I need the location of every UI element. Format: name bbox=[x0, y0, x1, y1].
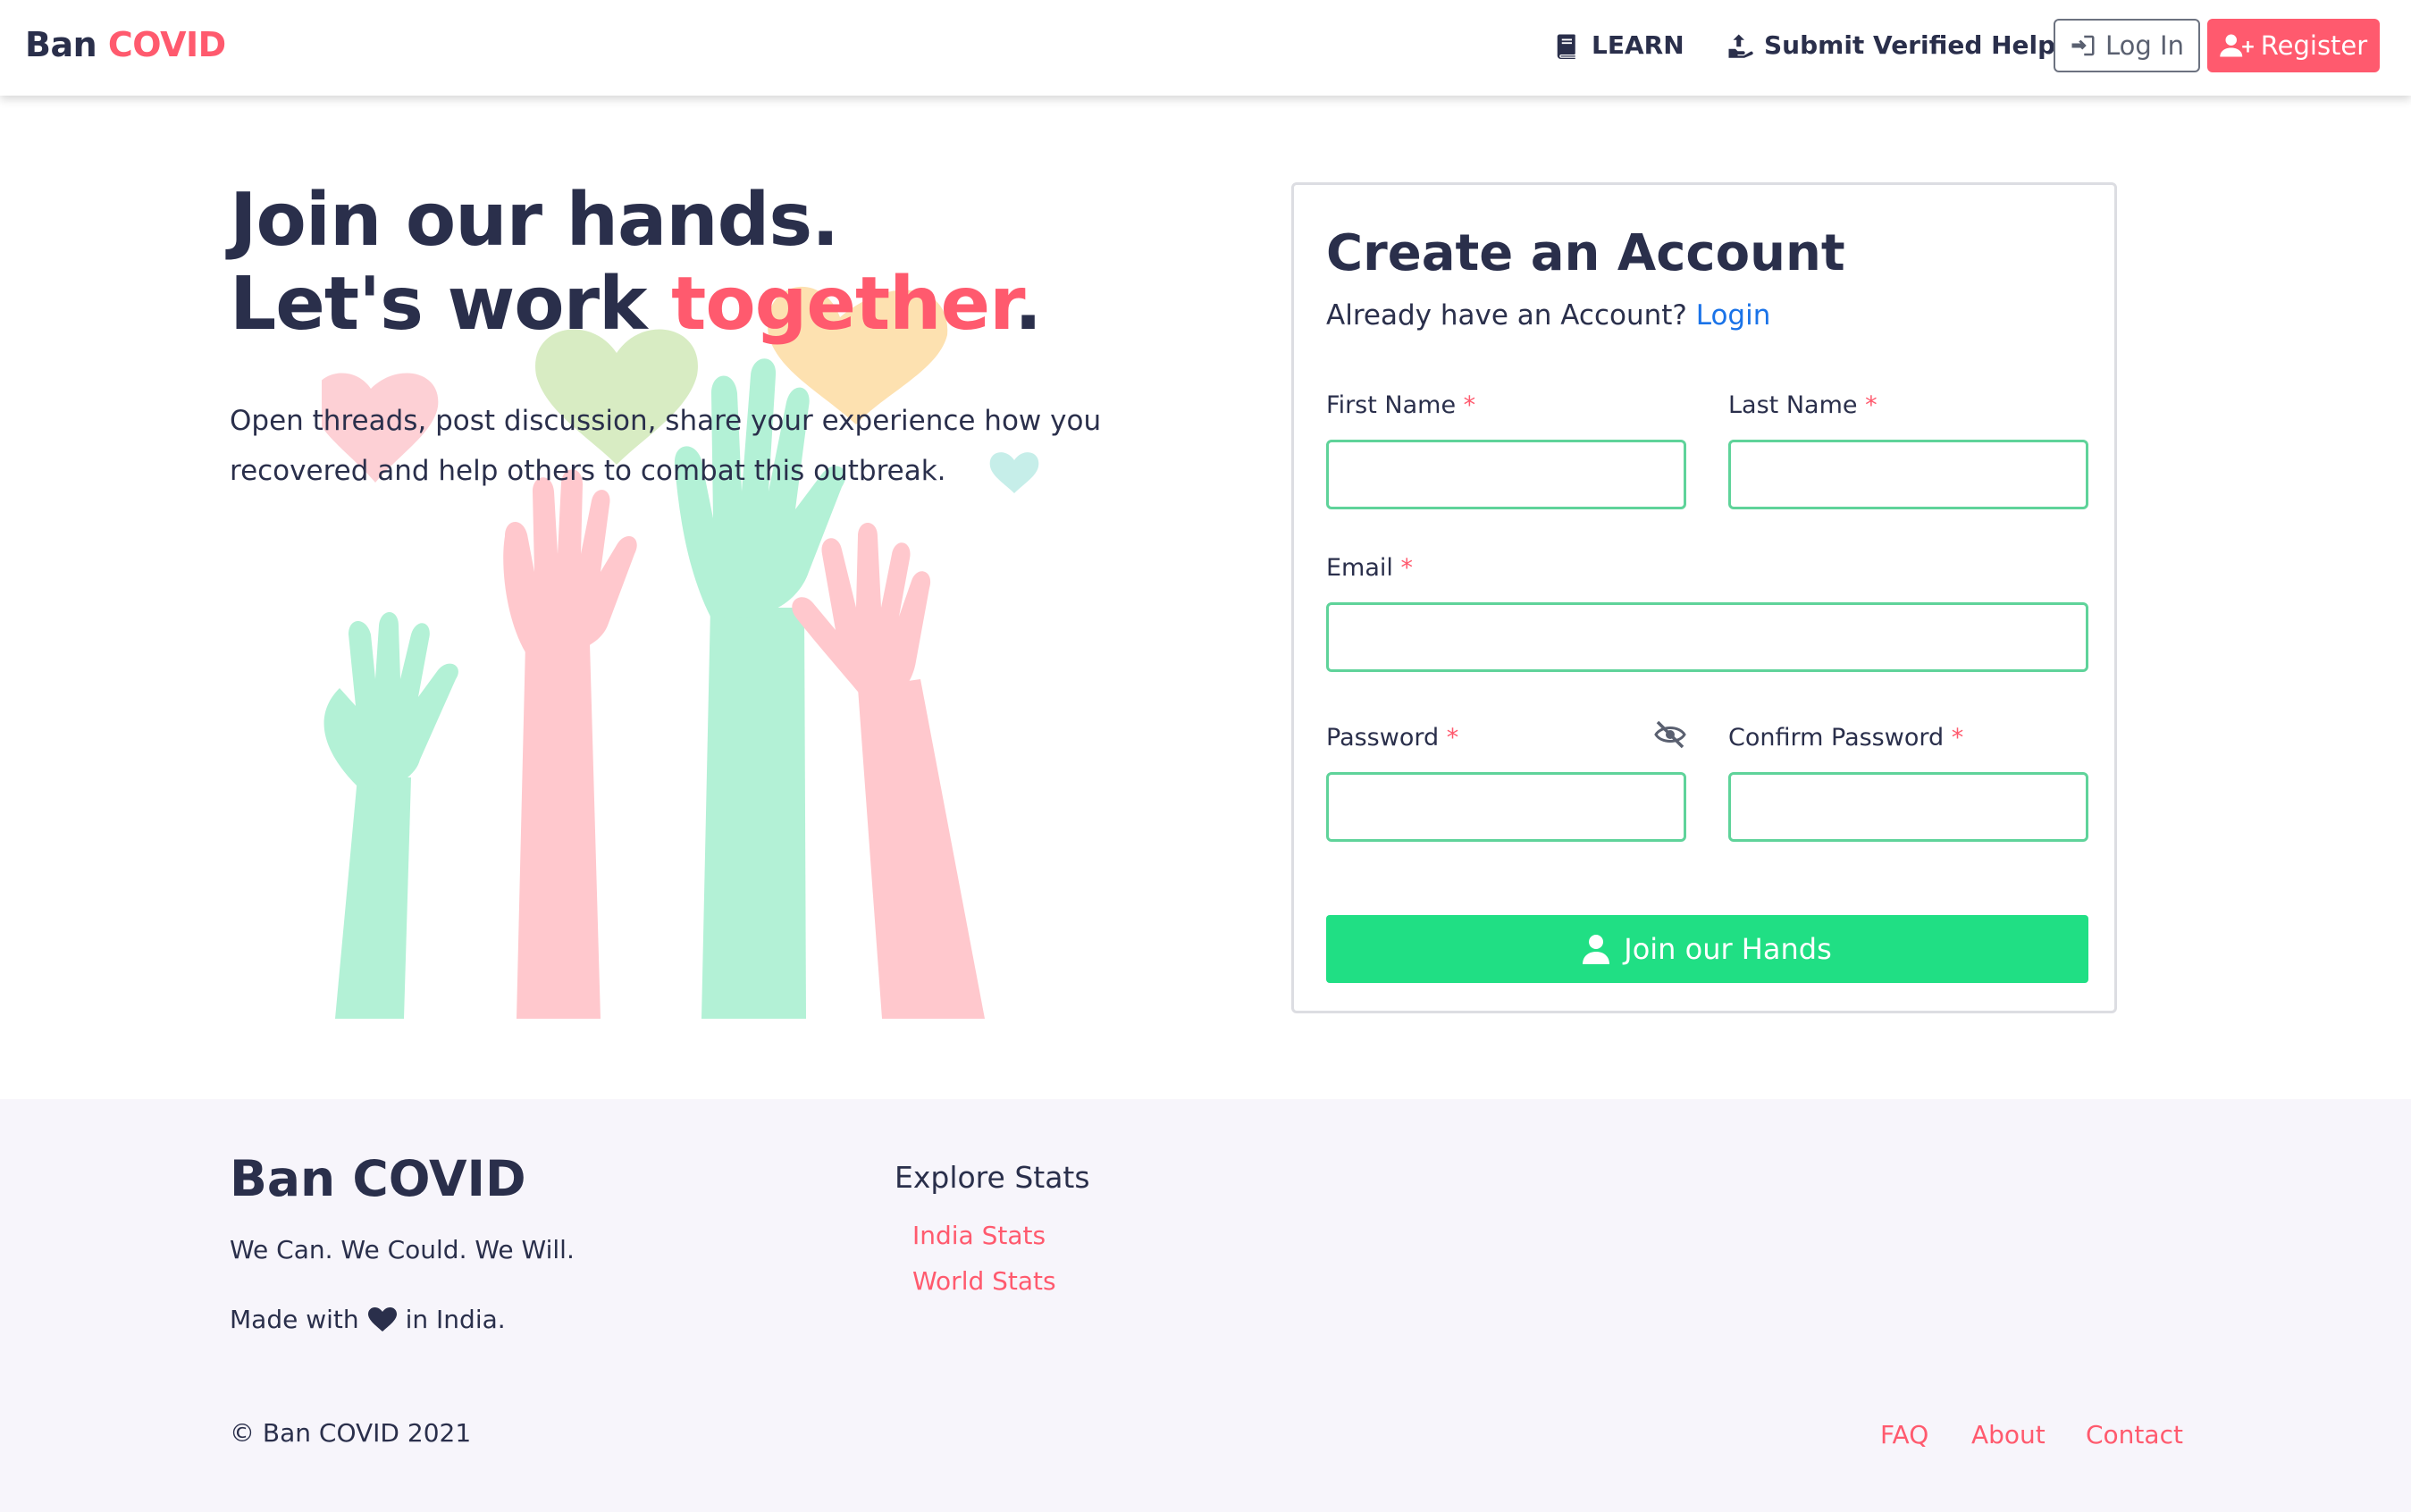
required-mark: * bbox=[1446, 724, 1459, 752]
signup-subtitle-text: Already have an Account? bbox=[1326, 299, 1687, 332]
signup-subtitle: Already have an Account? Login bbox=[1326, 299, 1770, 332]
site-footer: Ban COVID We Can. We Could. We Will. Mad… bbox=[0, 1099, 2411, 1512]
signup-title: Create an Account bbox=[1326, 224, 1845, 282]
hero-title-line1: Join our hands. bbox=[230, 178, 839, 263]
nav-learn-link[interactable]: LEARN bbox=[1554, 30, 1684, 60]
brand-part1: Ban bbox=[25, 25, 97, 64]
raised-hands-illustration bbox=[322, 286, 1039, 1019]
footer-explore-heading: Explore Stats bbox=[895, 1160, 1090, 1195]
last-name-label-text: Last Name bbox=[1728, 391, 1858, 419]
hero-title-accent: together bbox=[671, 262, 1015, 347]
sign-in-icon bbox=[2071, 35, 2095, 56]
footer-made-suffix: in India. bbox=[405, 1305, 506, 1334]
eye-slash-icon[interactable] bbox=[1652, 719, 1688, 750]
last-name-label: Last Name * bbox=[1728, 391, 1878, 419]
hero-heading: Join our hands. Let's work together. bbox=[230, 178, 1042, 347]
hero-title-suffix: . bbox=[1013, 262, 1042, 347]
login-button-label: Log In bbox=[2105, 30, 2184, 61]
pink-hand-right bbox=[792, 523, 985, 1019]
password-label: Password * bbox=[1326, 724, 1458, 752]
first-name-label-text: First Name bbox=[1326, 391, 1457, 419]
signup-login-link[interactable]: Login bbox=[1696, 299, 1771, 332]
brand-logo[interactable]: Ban COVID bbox=[25, 25, 226, 64]
password-label-text: Password bbox=[1326, 724, 1440, 752]
required-mark: * bbox=[1400, 554, 1414, 582]
footer-made-with: Made with in India. bbox=[230, 1305, 506, 1334]
green-hand-small bbox=[323, 612, 458, 1019]
heart-icon bbox=[367, 1306, 397, 1331]
password-field[interactable] bbox=[1326, 772, 1686, 842]
confirm-password-label: Confirm Password * bbox=[1728, 724, 1963, 752]
signup-card: Create an Account Already have an Accoun… bbox=[1291, 182, 2117, 1013]
brand-part2: COVID bbox=[107, 25, 226, 64]
first-name-label: First Name * bbox=[1326, 391, 1475, 419]
footer-world-stats-link[interactable]: World Stats bbox=[912, 1266, 1056, 1296]
user-icon bbox=[1583, 935, 1610, 964]
join-our-hands-button[interactable]: Join our Hands bbox=[1326, 915, 2088, 983]
footer-brand: Ban COVID bbox=[230, 1150, 526, 1207]
footer-made-prefix: Made with bbox=[230, 1305, 359, 1334]
required-mark: * bbox=[1951, 724, 1964, 752]
required-mark: * bbox=[1463, 391, 1476, 419]
last-name-field[interactable] bbox=[1728, 440, 2088, 509]
hero-description: Open threads, post discussion, share you… bbox=[230, 405, 1102, 487]
nav-submit-help-label: Submit Verified Help bbox=[1764, 30, 2056, 60]
email-label: Email * bbox=[1326, 554, 1413, 582]
footer-india-stats-link[interactable]: India Stats bbox=[912, 1221, 1046, 1250]
user-plus-icon bbox=[2220, 34, 2254, 57]
footer-contact-link[interactable]: Contact bbox=[2086, 1420, 2183, 1449]
login-button[interactable]: Log In bbox=[2054, 19, 2200, 72]
hero-title-prefix: Let's work bbox=[230, 262, 672, 347]
first-name-field[interactable] bbox=[1326, 440, 1686, 509]
confirm-password-field[interactable] bbox=[1728, 772, 2088, 842]
book-icon bbox=[1557, 34, 1575, 59]
nav-learn-label: LEARN bbox=[1592, 30, 1684, 60]
footer-about-link[interactable]: About bbox=[1971, 1420, 2046, 1449]
hand-upload-icon bbox=[1728, 34, 1753, 58]
top-navbar: Ban COVID LEARN Submit Verified Help Log… bbox=[0, 0, 2411, 96]
email-label-text: Email bbox=[1326, 554, 1393, 582]
required-mark: * bbox=[1865, 391, 1878, 419]
footer-faq-link[interactable]: FAQ bbox=[1880, 1420, 1928, 1449]
join-button-label: Join our Hands bbox=[1624, 932, 1832, 966]
footer-copyright: © Ban COVID 2021 bbox=[230, 1418, 472, 1448]
footer-tagline: We Can. We Could. We Will. bbox=[230, 1235, 575, 1264]
pink-hand-tall bbox=[503, 469, 637, 1019]
email-field[interactable] bbox=[1326, 602, 2088, 672]
confirm-password-label-text: Confirm Password bbox=[1728, 724, 1945, 752]
register-button-label: Register bbox=[2260, 30, 2368, 61]
nav-submit-help-link[interactable]: Submit Verified Help bbox=[1726, 30, 2055, 60]
register-button[interactable]: Register bbox=[2207, 19, 2380, 72]
